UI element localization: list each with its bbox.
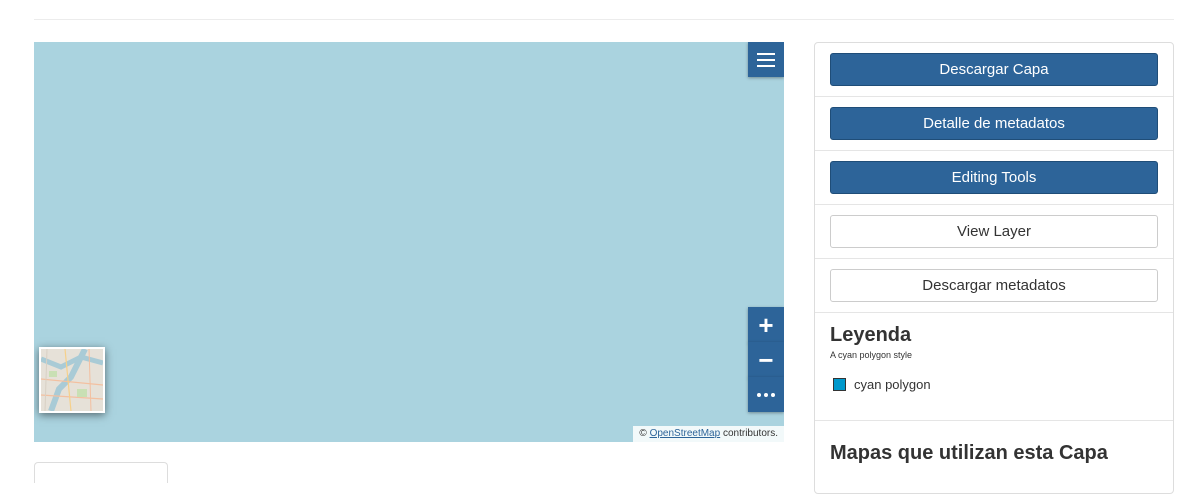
openstreetmap-link[interactable]: OpenStreetMap [650, 428, 721, 439]
layer-actions-panel: Descargar Capa Detalle de metadatos Edit… [814, 42, 1174, 494]
editing-tools-button[interactable]: Editing Tools [830, 161, 1158, 194]
legend-style-title: A cyan polygon style [830, 350, 913, 360]
legend-item: cyan polygon [833, 377, 1158, 392]
map-attribution: © OpenStreetMap contributors. [633, 426, 784, 442]
more-tools-button[interactable] [748, 377, 784, 412]
download-layer-button[interactable]: Descargar Capa [830, 53, 1158, 86]
panel-row: View Layer [815, 205, 1173, 259]
hamburger-menu-icon [757, 52, 775, 67]
ellipsis-icon [757, 392, 775, 397]
plus-icon: + [758, 309, 774, 340]
maps-using-layer-title: Mapas que utilizan esta Capa [830, 442, 1108, 464]
panel-row: Detalle de metadatos [815, 97, 1173, 151]
panel-row: Editing Tools [815, 151, 1173, 205]
top-divider [34, 19, 1174, 20]
map-tab[interactable] [34, 462, 168, 483]
cyan-swatch-icon [833, 378, 846, 391]
minus-icon: − [758, 344, 774, 375]
view-layer-button[interactable]: View Layer [830, 215, 1158, 248]
panel-row: Descargar Capa [815, 43, 1173, 97]
legend-item-label: cyan polygon [854, 377, 931, 392]
metadata-detail-button[interactable]: Detalle de metadatos [830, 107, 1158, 140]
legend-section: Leyenda A cyan polygon style cyan polygo… [815, 313, 1173, 421]
legend-title: Leyenda [830, 324, 912, 346]
zoom-out-button[interactable]: − [748, 342, 784, 378]
download-metadata-button[interactable]: Descargar metadatos [830, 269, 1158, 302]
overview-map-image [41, 349, 103, 411]
attribution-suffix: contributors. [722, 428, 778, 439]
panel-row: Descargar metadatos [815, 259, 1173, 313]
layer-menu-button[interactable] [748, 42, 784, 77]
zoom-in-button[interactable]: + [748, 307, 784, 343]
overview-map-thumbnail[interactable] [39, 347, 105, 413]
map-viewport[interactable]: + − © OpenStreetMap contributors. [34, 42, 784, 442]
attribution-prefix: © [639, 428, 647, 439]
